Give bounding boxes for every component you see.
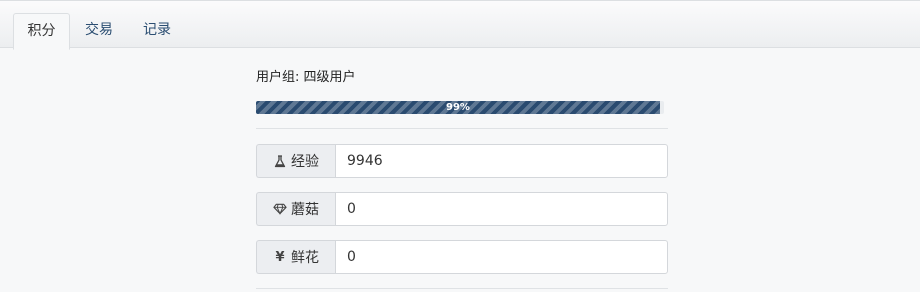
tab-records[interactable]: 记录 bbox=[131, 13, 183, 49]
flask-icon bbox=[273, 154, 287, 168]
divider bbox=[256, 288, 668, 289]
mushroom-label: 蘑菇 bbox=[291, 202, 319, 218]
experience-field[interactable] bbox=[335, 144, 668, 178]
mushroom-field[interactable] bbox=[335, 192, 668, 226]
flower-row: ¥ 鲜花 bbox=[256, 240, 668, 274]
experience-label: 经验 bbox=[291, 154, 319, 170]
experience-row: 经验 bbox=[256, 144, 668, 178]
tab-trade[interactable]: 交易 bbox=[74, 13, 124, 49]
flower-addon: ¥ 鲜花 bbox=[256, 240, 335, 274]
tab-bar: 积分 交易 记录 bbox=[0, 0, 920, 50]
user-group-label: 用户组: 四级用户 bbox=[256, 70, 356, 85]
tab-points[interactable]: 积分 bbox=[13, 13, 70, 50]
yen-icon: ¥ bbox=[275, 249, 285, 265]
divider bbox=[256, 128, 668, 129]
experience-addon: 经验 bbox=[256, 144, 335, 178]
progress-fill: 99% bbox=[256, 101, 660, 114]
mushroom-row: 蘑菇 bbox=[256, 192, 668, 226]
diamond-icon bbox=[273, 202, 287, 216]
flower-field[interactable] bbox=[335, 240, 668, 274]
flower-label: 鲜花 bbox=[291, 250, 319, 266]
level-progress-bar: 99% bbox=[256, 101, 664, 114]
mushroom-addon: 蘑菇 bbox=[256, 192, 335, 226]
